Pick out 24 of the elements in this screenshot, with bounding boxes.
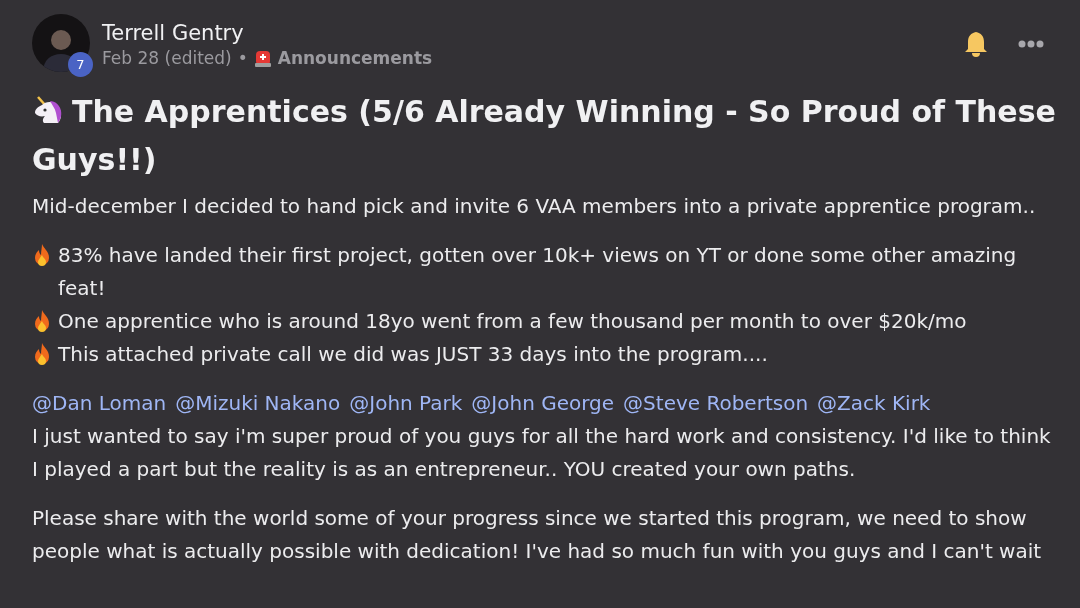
post-title: The Apprentices (5/6 Already Winning - So Proud of These Guys!!) — [32, 93, 1057, 179]
fire-icon — [32, 342, 52, 366]
paragraph: I just wanted to say i'm super proud of you guys for all the hard work and consistency. I'd like to think I played a part but the reality is as an entrepreneur.. YOU created your own paths. — [32, 423, 1052, 483]
category-link[interactable]: Announcements — [277, 47, 433, 68]
mention-link[interactable]: @Steve Robertson — [623, 387, 809, 420]
mention-link[interactable]: @Dan Loman — [32, 387, 167, 420]
bullet-text: This attached private call we did was JUST 33 days into the program.... — [58, 341, 768, 368]
post-date: Feb 28 (edited) — [102, 47, 232, 68]
mention-link[interactable]: @John George — [471, 387, 615, 420]
mention-link[interactable]: @Zack Kirk — [817, 387, 931, 420]
bullet-text: One apprentice who is around 18yo went from a few thousand per month to over $20k/mo — [58, 308, 967, 335]
mention-link[interactable]: @John Park — [349, 387, 463, 420]
more-options-icon[interactable] — [1018, 40, 1044, 48]
paragraph: Mid-december I decided to hand pick and invite 6 VAA members into a private apprentice program.. — [32, 193, 1037, 220]
bell-icon[interactable] — [964, 30, 988, 58]
author-name: Terrell Gentry — [102, 20, 245, 45]
fire-icon — [32, 243, 52, 267]
unicorn-icon — [32, 95, 64, 125]
separator: • — [237, 47, 248, 68]
paragraph: Please share with the world some of your progress since we started this program, we need to show people what is actually possible with dedication! I've had so much fun with you guys and I can't wait — [32, 505, 1043, 565]
bullet-text: 83% have landed their first project, gotten over 10k+ views on YT or done some other amazing feat! — [58, 242, 1018, 302]
fire-icon — [32, 309, 52, 333]
level-badge: 7 — [68, 52, 93, 77]
mention-link[interactable]: @Mizuki Nakano — [175, 387, 341, 420]
